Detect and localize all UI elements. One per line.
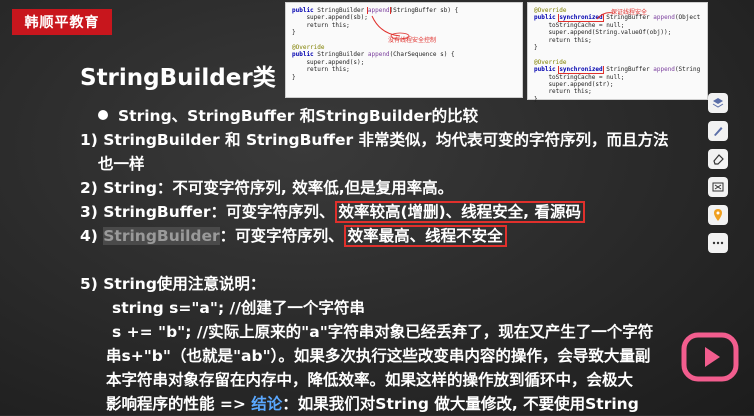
bullet-dot-icon xyxy=(98,109,108,120)
slide-body: String、StringBuffer 和StringBuilder的比较 1)… xyxy=(80,104,710,416)
code-line: return this; xyxy=(292,66,350,74)
code-line: toStringCache = null; xyxy=(534,21,625,29)
code-line: return this; xyxy=(534,36,592,44)
point-5-line-5: 影响程序的性能 => 结论：如果我们对String 做大量修改, 不要使用Str… xyxy=(106,395,639,413)
annotation-toolbar xyxy=(704,93,732,261)
location-icon[interactable] xyxy=(708,205,728,225)
code-line: @Override xyxy=(534,58,567,66)
play-button-icon[interactable] xyxy=(678,325,742,389)
stringbuilder-label: StringBuilder xyxy=(103,227,220,245)
clear-icon[interactable] xyxy=(708,177,728,197)
code-line: super.append(str); xyxy=(534,81,614,89)
point-2: 2) String：不可变字符序列, 效率低,但是复用率高。 xyxy=(80,179,454,197)
highlight-box: 效率最高、线程不安全 xyxy=(343,225,507,247)
code-line: toStringCache = null; xyxy=(534,73,625,81)
code-line: } xyxy=(292,73,296,81)
eraser-icon[interactable] xyxy=(708,149,728,169)
bullet-heading: String、StringBuffer 和StringBuilder的比较 xyxy=(80,104,710,128)
code-line: public StringBuilder append(CharSequence… xyxy=(292,51,455,59)
code-annotation-note: 没有线程安全控制 xyxy=(388,37,437,44)
code-line: super.append(s); xyxy=(292,58,365,66)
point-5-line-4: 本字符串对象存留在内存中，降低效率。如果这样的操作放到循环中，会极大 xyxy=(106,371,634,389)
highlight-box: 效率较高(增删)、线程安全, 看源码 xyxy=(334,201,585,223)
code-line: } xyxy=(534,44,538,52)
point-1-line-2: 也一样 xyxy=(98,155,145,173)
point-5-line-1: string s="a"; //创建了一个字符串 xyxy=(112,299,365,317)
code-line: @Override xyxy=(292,44,325,52)
code-line: } xyxy=(534,95,538,103)
point-4: 4) StringBuilder：可变字符序列、 效率最高、线程不安全 xyxy=(80,224,710,248)
code-line: return this; xyxy=(534,88,592,96)
pen-icon[interactable] xyxy=(708,121,728,141)
conclusion-label: 结论 xyxy=(251,395,283,413)
code-line: super.append(String.valueOf(obj)); xyxy=(534,29,672,37)
slide-canvas: 韩顺平教育 public StringBuilder append(String… xyxy=(0,0,754,415)
point-5-line-2: s += "b"; //实际上原来的"a"字符串对象已经丢弃了，现在又产生了一个… xyxy=(112,323,654,341)
layers-icon[interactable] xyxy=(708,93,728,113)
point-3: 3) StringBuffer：可变字符序列、 效率较高(增删)、线程安全, 看源… xyxy=(80,200,710,224)
brand-logo: 韩顺平教育 xyxy=(12,9,112,35)
point-5-title: 5) String使用注意说明： xyxy=(80,275,266,293)
code-line: public synchronized StringBuffer append(… xyxy=(534,66,701,74)
code-annotation-note: 保证线程安全 xyxy=(611,9,648,16)
slide-title: StringBuilder类 xyxy=(80,65,276,91)
code-screenshot-stringbuffer: @Override public synchronized StringBuff… xyxy=(527,2,708,103)
point-5-line-3: 串s+"b"（也就是"ab"）。如果多次执行这些改变串内容的操作，会导致大量副 xyxy=(106,347,651,365)
more-icon[interactable] xyxy=(708,233,728,253)
point-1-line-1: 1) StringBuilder 和 StringBuffer 非常类似，均代表… xyxy=(80,131,669,149)
